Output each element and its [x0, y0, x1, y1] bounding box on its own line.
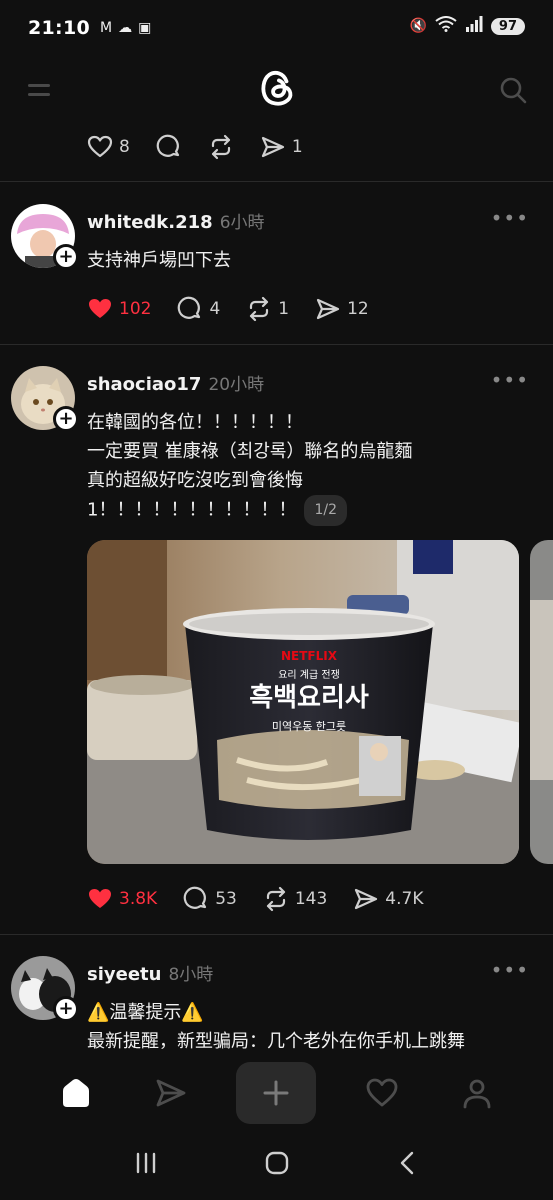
comment-icon [183, 886, 207, 909]
home-button-icon[interactable] [264, 1150, 290, 1180]
follow-plus-icon[interactable]: + [53, 996, 79, 1022]
cloud-icon: ☁ [118, 20, 133, 36]
comment-icon [178, 296, 201, 319]
battery-indicator: 97 [490, 17, 525, 35]
repost-count: 1 [278, 299, 290, 319]
status-right: 🔇 97 [409, 16, 525, 36]
reply-button[interactable]: 53 [183, 886, 237, 912]
divider [0, 181, 553, 182]
comment-icon [156, 134, 179, 157]
avatar[interactable]: + [11, 204, 79, 270]
product-text: 미역우동 한그릇 [272, 720, 346, 733]
sub-text: 요리 계급 전쟁 [278, 669, 340, 681]
gmail-icon: M [99, 20, 113, 36]
post-image-next[interactable] [530, 540, 553, 864]
reply-button[interactable]: 4 [177, 296, 220, 322]
repost-icon [211, 134, 230, 160]
send-icon [355, 888, 378, 910]
repost-icon [266, 886, 285, 912]
reply-button[interactable] [156, 134, 182, 160]
post-time: 6小時 [219, 213, 265, 233]
post-image[interactable]: NETFLIX 요리 계급 전쟁 흑백요리사 미역우동 한그릇 [87, 540, 519, 864]
share-button[interactable]: 12 [315, 296, 369, 322]
follow-plus-icon[interactable]: + [53, 406, 79, 432]
repost-icon [250, 296, 269, 322]
send-icon [156, 1079, 186, 1107]
post-text: 在韓國的各位！！！！！！ 一定要買 崔康祿（최강록）聯名的烏龍麵 真的超級好吃沒… [87, 408, 412, 526]
plus-icon [263, 1080, 289, 1106]
share-button[interactable]: 4.7K [353, 886, 423, 912]
nav-create[interactable] [236, 1062, 317, 1124]
send-icon [317, 298, 340, 320]
heart-filled-icon [89, 889, 111, 908]
nav-home[interactable] [46, 1063, 106, 1123]
repost-button[interactable] [208, 134, 234, 160]
share-count: 1 [291, 137, 303, 157]
nav-activity-send[interactable] [141, 1063, 201, 1123]
mute-icon: 🔇 [409, 18, 427, 34]
repost-button[interactable]: 143 [263, 886, 327, 912]
image-pager: 1/2 [304, 495, 347, 526]
repost-count: 143 [294, 889, 328, 909]
username[interactable]: siyeetu [87, 964, 161, 985]
like-count: 3.8K [119, 889, 158, 909]
avatar[interactable]: + [11, 366, 79, 432]
heart-filled-icon [89, 299, 111, 318]
username[interactable]: shaociao17 [87, 374, 201, 395]
share-count: 4.7K [385, 889, 424, 909]
reply-count: 4 [209, 299, 221, 319]
share-count: 12 [347, 299, 369, 319]
title-text: 흑백요리사 [249, 683, 369, 713]
divider [0, 934, 553, 935]
brand-text: NETFLIX [281, 649, 338, 663]
feed[interactable]: 8 1 + whitedk.218 6小時 ••• 支持神戶場凹下去 102 4… [0, 126, 553, 1056]
divider [0, 344, 553, 345]
menu-icon[interactable] [28, 82, 52, 100]
search-icon[interactable] [499, 76, 527, 104]
post-text: ⚠️温馨提示⚠️ 最新提醒，新型骗局：几个老外在你手机上跳舞 [87, 1002, 465, 1052]
like-button[interactable]: 102 [87, 296, 151, 322]
reply-count: 53 [215, 889, 237, 909]
more-options-icon[interactable]: ••• [491, 958, 529, 982]
bottom-nav [0, 1056, 553, 1130]
avatar[interactable]: + [11, 956, 79, 1022]
repost-button[interactable]: 1 [246, 296, 289, 322]
status-time: 21:10 [28, 17, 90, 39]
like-count: 8 [119, 137, 130, 157]
sim-icon: ▣ [138, 20, 152, 36]
post-actions: 3.8K 53 143 4.7K [87, 878, 449, 920]
share-button[interactable]: 1 [260, 134, 303, 160]
recent-apps-icon[interactable] [133, 1150, 159, 1180]
post-time: 20小時 [208, 375, 265, 395]
nav-profile[interactable] [447, 1063, 507, 1123]
system-nav [0, 1130, 553, 1200]
post-text: 支持神戶場凹下去 [87, 250, 231, 271]
home-icon [62, 1079, 89, 1107]
post-actions: 102 4 1 12 [87, 288, 395, 330]
post-actions: 8 1 [87, 126, 329, 168]
threads-logo[interactable] [258, 68, 296, 108]
back-icon[interactable] [395, 1150, 421, 1180]
heart-icon [366, 1078, 398, 1107]
heart-icon [87, 135, 113, 158]
like-button[interactable]: 8 [87, 134, 130, 160]
wifi-icon [435, 16, 457, 36]
profile-icon [463, 1079, 491, 1109]
more-options-icon[interactable]: ••• [491, 368, 529, 392]
nav-activity[interactable] [352, 1063, 412, 1123]
follow-plus-icon[interactable]: + [53, 244, 79, 270]
send-icon [261, 136, 284, 158]
signal-icon [465, 16, 483, 36]
like-count: 102 [119, 299, 152, 319]
like-button[interactable]: 3.8K [87, 886, 157, 912]
app-header [0, 56, 553, 126]
more-options-icon[interactable]: ••• [491, 206, 529, 230]
post-time: 8小時 [168, 965, 214, 985]
username[interactable]: whitedk.218 [87, 212, 213, 233]
